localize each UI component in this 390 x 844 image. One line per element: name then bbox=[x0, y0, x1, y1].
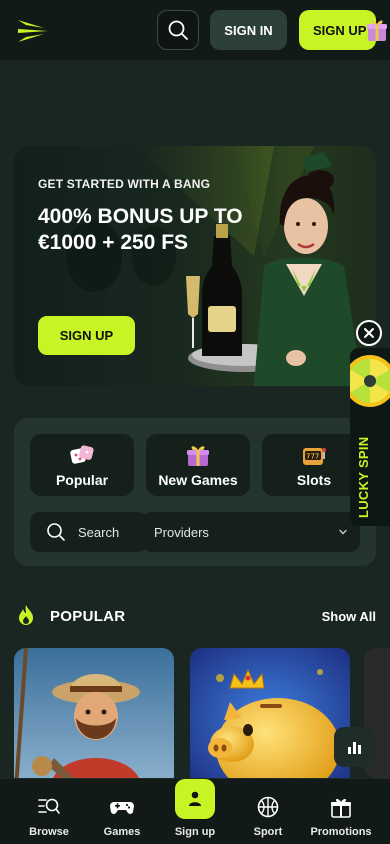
popular-section-header: POPULAR Show All bbox=[16, 604, 376, 628]
hero-banner[interactable]: GET STARTED WITH A BANG 400% BONUS UP TO… bbox=[14, 146, 376, 386]
bar-chart-icon bbox=[348, 742, 361, 754]
basketball-icon bbox=[257, 796, 279, 818]
nav-browse[interactable]: Browse bbox=[12, 779, 86, 844]
user-icon bbox=[189, 791, 201, 806]
category-panel: Popular New Games 777 Slots Search Provi… bbox=[14, 418, 376, 566]
golden-piggy-bank-art bbox=[190, 648, 350, 788]
nav-label: Games bbox=[103, 826, 141, 838]
nav-label: Sign up bbox=[174, 826, 216, 838]
stats-button[interactable] bbox=[334, 727, 374, 767]
flame-icon bbox=[19, 605, 33, 625]
nav-label: Promotions bbox=[310, 826, 372, 838]
chevron-down-icon bbox=[339, 529, 347, 535]
search-button[interactable] bbox=[157, 10, 199, 50]
bottom-navigation: Browse Games Sign up Sport Promotions bbox=[0, 778, 390, 844]
sign-up-bubble[interactable] bbox=[175, 779, 215, 819]
gamepad-icon bbox=[110, 802, 134, 814]
close-icon bbox=[364, 328, 374, 338]
top-header: SIGN IN SIGN UP bbox=[0, 0, 390, 60]
svg-text:777: 777 bbox=[306, 453, 319, 461]
category-label: Popular bbox=[55, 472, 109, 488]
search-input[interactable]: Search bbox=[30, 512, 148, 552]
search-label: Search bbox=[78, 524, 120, 540]
lucky-spin-close-button[interactable] bbox=[356, 320, 382, 346]
search-icon bbox=[47, 523, 65, 541]
flight-attendant-illustration bbox=[186, 152, 362, 386]
nav-promotions[interactable]: Promotions bbox=[304, 779, 378, 844]
cowboy-fisherman-art bbox=[14, 648, 174, 788]
gift-icon bbox=[187, 446, 209, 466]
sign-in-button[interactable]: SIGN IN bbox=[210, 10, 287, 50]
slot-machine-icon: 777 bbox=[303, 448, 326, 465]
category-new-games[interactable]: New Games bbox=[146, 434, 250, 496]
search-icon bbox=[168, 20, 188, 40]
popular-title: POPULAR bbox=[50, 608, 126, 625]
show-all-link[interactable]: Show All bbox=[322, 609, 376, 624]
nav-games[interactable]: Games bbox=[85, 779, 159, 844]
gift-box-icon bbox=[331, 798, 351, 818]
lucky-spin-label: LUCKY SPIN bbox=[356, 436, 371, 519]
nav-sign-up[interactable]: Sign up bbox=[158, 779, 232, 844]
providers-dropdown[interactable]: Providers bbox=[142, 512, 360, 552]
providers-label: Providers bbox=[154, 524, 209, 540]
game-card-fisherman[interactable] bbox=[14, 648, 174, 788]
prize-wheel-icon bbox=[350, 355, 390, 407]
gift-icon bbox=[367, 20, 387, 41]
nav-label: Browse bbox=[29, 826, 69, 838]
category-label: New Games bbox=[158, 472, 238, 488]
lucky-spin-widget[interactable]: LUCKY SPIN bbox=[350, 348, 390, 526]
lightning-wings-icon[interactable] bbox=[16, 14, 50, 48]
game-card-piggy[interactable] bbox=[190, 648, 350, 788]
nav-label: Sport bbox=[253, 826, 283, 838]
dice-icon bbox=[70, 445, 94, 464]
sign-up-button[interactable]: SIGN UP bbox=[299, 10, 376, 50]
browse-icon bbox=[38, 798, 60, 814]
nav-sport[interactable]: Sport bbox=[231, 779, 305, 844]
hero-sign-up-button[interactable]: SIGN UP bbox=[38, 316, 135, 355]
category-popular[interactable]: Popular bbox=[30, 434, 134, 496]
